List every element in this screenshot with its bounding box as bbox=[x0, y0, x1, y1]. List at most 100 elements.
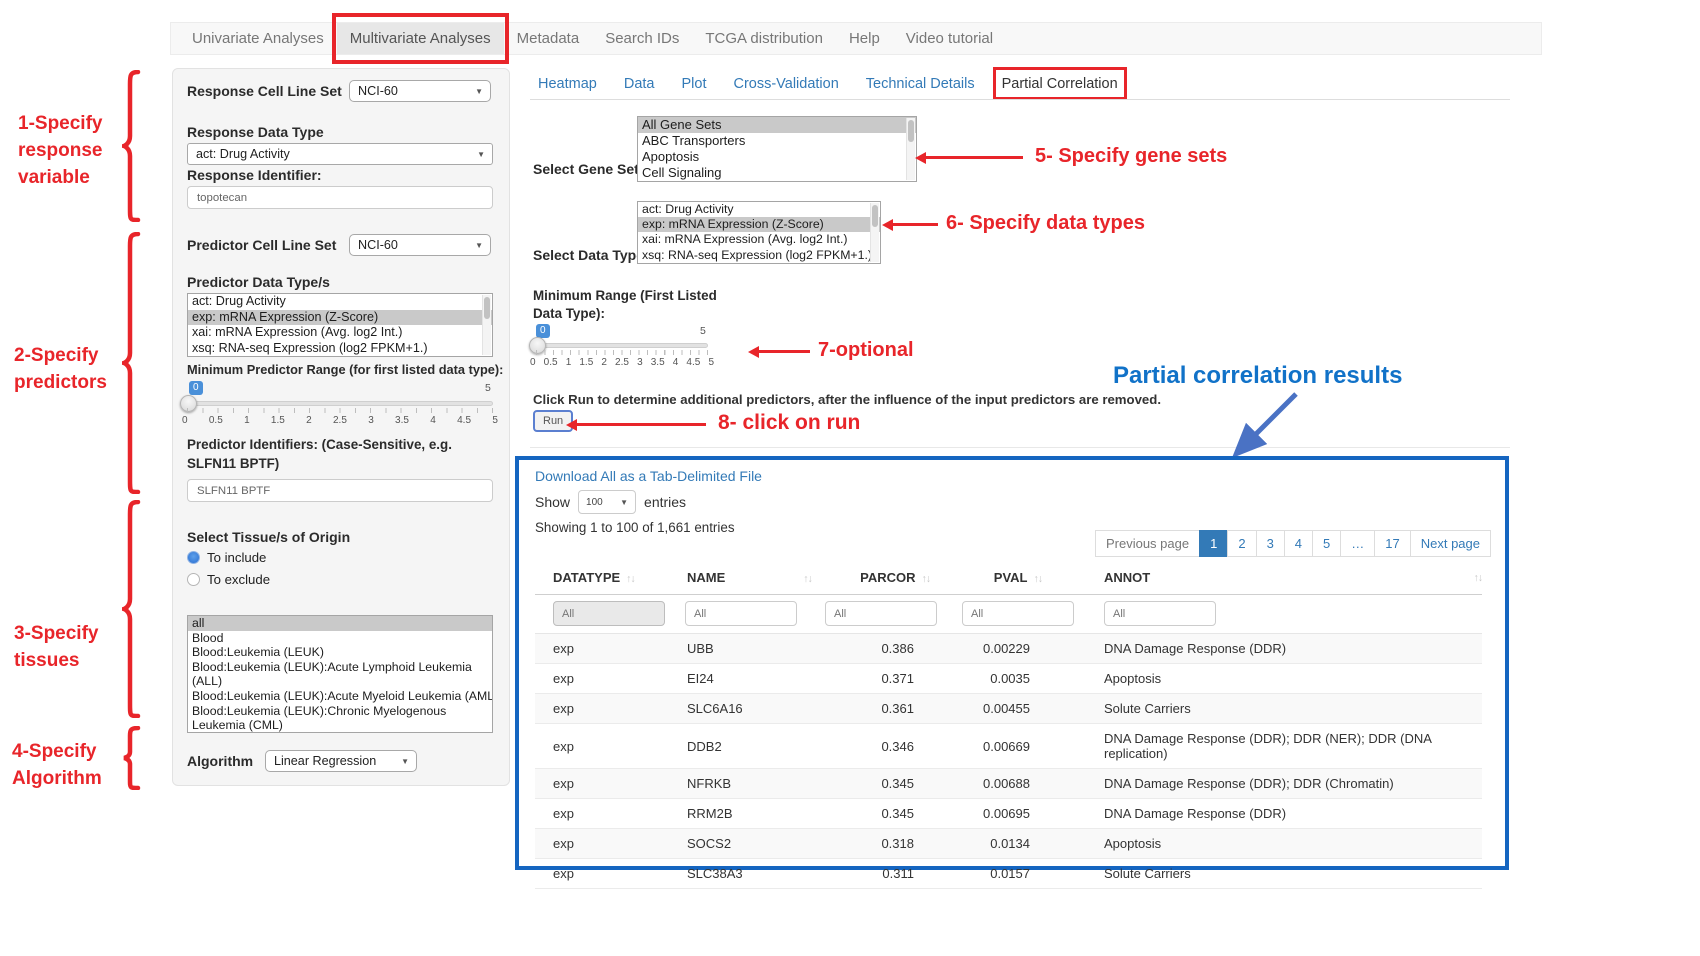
min-range-slider[interactable] bbox=[536, 343, 708, 348]
tab-plot[interactable]: Plot bbox=[681, 76, 706, 92]
cell-annot: Apoptosis bbox=[1042, 664, 1482, 694]
red-arrow-run bbox=[576, 423, 706, 426]
list-item[interactable]: ABC Transporters bbox=[638, 133, 916, 149]
radio-unselected-icon bbox=[187, 573, 200, 586]
page-button-17[interactable]: 17 bbox=[1374, 530, 1410, 557]
page-button-3[interactable]: 3 bbox=[1256, 530, 1285, 557]
table-row[interactable]: exp NFRKB 0.345 0.00688 DNA Damage Respo… bbox=[535, 769, 1482, 799]
sort-icon[interactable]: ↑↓ bbox=[922, 573, 931, 585]
nav-search-ids[interactable]: Search IDs bbox=[592, 23, 692, 54]
table-row[interactable]: exp UBB 0.386 0.00229 DNA Damage Respons… bbox=[535, 634, 1482, 664]
slider-tick-labels: 00.511.522.533.544.55 bbox=[182, 415, 498, 426]
filter-input-name[interactable] bbox=[685, 601, 797, 626]
table-row[interactable]: exp RRM2B 0.345 0.00695 DNA Damage Respo… bbox=[535, 799, 1482, 829]
list-item[interactable]: xsq: RNA-seq Expression (log2 FPKM+1.) bbox=[188, 341, 492, 357]
scrollbar[interactable] bbox=[870, 203, 879, 262]
slider-tick-labels: 00.511.522.533.544.55 bbox=[530, 357, 714, 368]
download-link[interactable]: Download All as a Tab-Delimited File bbox=[535, 468, 762, 484]
nav-video-tutorial[interactable]: Video tutorial bbox=[893, 23, 1006, 54]
scrollbar[interactable] bbox=[482, 295, 491, 355]
algorithm-select[interactable]: Linear Regression▼ bbox=[265, 750, 417, 772]
tab-cross-validation[interactable]: Cross-Validation bbox=[733, 76, 838, 92]
col-header-pval[interactable]: PVAL↑↓ bbox=[930, 564, 1042, 595]
cell-annot: DNA Damage Response (DDR); DDR (Chromati… bbox=[1042, 769, 1482, 799]
table-row[interactable]: exp SOCS2 0.318 0.0134 Apoptosis bbox=[535, 829, 1482, 859]
tab-data[interactable]: Data bbox=[624, 76, 655, 92]
sort-icon[interactable]: ↑↓ bbox=[1474, 572, 1483, 584]
page-button-5[interactable]: 5 bbox=[1312, 530, 1341, 557]
col-header-datatype[interactable]: DATATYPE↑↓ bbox=[535, 564, 685, 595]
predictor-identifiers-input[interactable]: SLFN11 BPTF bbox=[187, 479, 493, 502]
sort-icon[interactable]: ↑↓ bbox=[626, 573, 635, 585]
list-item[interactable]: Apoptosis bbox=[638, 149, 916, 165]
response-identifier-input[interactable]: topotecan bbox=[187, 186, 493, 209]
response-data-type-select[interactable]: act: Drug Activity▼ bbox=[187, 143, 493, 165]
table-row[interactable]: exp EI24 0.371 0.0035 Apoptosis bbox=[535, 664, 1482, 694]
response-cell-line-set-select[interactable]: NCI-60▼ bbox=[349, 80, 491, 102]
red-arrow-optional bbox=[758, 350, 810, 353]
nav-tcga-distribution[interactable]: TCGA distribution bbox=[692, 23, 836, 54]
filter-input-annot[interactable] bbox=[1104, 601, 1216, 626]
page-button-4[interactable]: 4 bbox=[1284, 530, 1313, 557]
predictor-cell-line-set-select[interactable]: NCI-60▼ bbox=[349, 234, 491, 256]
nav-univariate-analyses[interactable]: Univariate Analyses bbox=[179, 23, 337, 54]
list-item[interactable]: xai: mRNA Expression (Avg. log2 Int.) bbox=[638, 232, 880, 247]
list-item[interactable]: Blood:Leukemia (LEUK):Acute Lymphoid Leu… bbox=[188, 660, 492, 689]
nav-help[interactable]: Help bbox=[836, 23, 893, 54]
scrollbar[interactable] bbox=[906, 118, 915, 180]
filter-input-parcor[interactable] bbox=[825, 601, 937, 626]
list-item[interactable]: Blood bbox=[188, 631, 492, 646]
filter-input-pval[interactable] bbox=[962, 601, 1074, 626]
show-entries-select[interactable]: 100▼ bbox=[578, 490, 636, 514]
list-item[interactable]: Blood:Leukemia (LEUK) bbox=[188, 645, 492, 660]
tab-partial-correlation[interactable]: Partial Correlation bbox=[1002, 76, 1118, 92]
col-header-annot[interactable]: ANNOT↑↓ bbox=[1042, 564, 1482, 595]
list-item[interactable]: act: Drug Activity bbox=[638, 202, 880, 217]
partial-correlation-results-panel: Download All as a Tab-Delimited File Sho… bbox=[515, 456, 1509, 870]
cell-parcor: 0.345 bbox=[815, 769, 930, 799]
list-item-selected[interactable]: exp: mRNA Expression (Z-Score) bbox=[638, 217, 880, 232]
cell-datatype: exp bbox=[535, 694, 685, 724]
list-item-selected[interactable]: all bbox=[188, 616, 492, 631]
list-item-selected[interactable]: exp: mRNA Expression (Z-Score) bbox=[188, 310, 492, 326]
tissue-origin-listbox: all Blood Blood:Leukemia (LEUK) Blood:Le… bbox=[187, 615, 493, 733]
cell-pval: 0.00229 bbox=[930, 634, 1042, 664]
col-header-name[interactable]: NAME↑↓ bbox=[685, 564, 815, 595]
filter-input-datatype[interactable] bbox=[553, 601, 665, 626]
annotation-step2: 2-Specify predictors bbox=[14, 342, 107, 396]
chevron-down-icon: ▼ bbox=[475, 241, 483, 250]
annotation-step7: 7-optional bbox=[818, 339, 914, 362]
cell-name: SLC6A16 bbox=[685, 694, 815, 724]
sort-icon[interactable]: ↑↓ bbox=[1034, 573, 1043, 585]
min-range-label: Minimum Range (First Listed Data Type): bbox=[533, 287, 717, 323]
radio-to-include[interactable]: To include bbox=[187, 550, 266, 565]
slider-value-badge: 0 bbox=[189, 381, 203, 395]
list-item[interactable]: act: Drug Activity bbox=[188, 294, 492, 310]
run-instruction: Click Run to determine additional predic… bbox=[533, 392, 1161, 407]
result-tabs: Heatmap Data Plot Cross-Validation Techn… bbox=[538, 76, 1145, 92]
annotation-step5: 5- Specify gene sets bbox=[1035, 145, 1227, 168]
table-row[interactable]: exp DDB2 0.346 0.00669 DNA Damage Respon… bbox=[535, 724, 1482, 769]
sort-icon[interactable]: ↑↓ bbox=[803, 573, 812, 585]
list-item[interactable]: Blood:Leukemia (LEUK):Acute Myeloid Leuk… bbox=[188, 689, 492, 704]
list-item[interactable]: Blood:Leukemia (LEUK):Chronic Myelogenou… bbox=[188, 704, 492, 733]
table-row[interactable]: exp SLC38A3 0.311 0.0157 Solute Carriers bbox=[535, 859, 1482, 889]
previous-page-button[interactable]: Previous page bbox=[1095, 530, 1200, 557]
list-item[interactable]: Cell Signaling bbox=[638, 165, 916, 181]
table-row[interactable]: exp SLC6A16 0.361 0.00455 Solute Carrier… bbox=[535, 694, 1482, 724]
page-button-1[interactable]: 1 bbox=[1199, 530, 1228, 557]
next-page-button[interactable]: Next page bbox=[1410, 530, 1491, 557]
nav-multivariate-analyses[interactable]: Multivariate Analyses bbox=[337, 23, 504, 54]
page-button-2[interactable]: 2 bbox=[1227, 530, 1256, 557]
list-item-selected[interactable]: All Gene Sets bbox=[638, 117, 916, 133]
nav-metadata[interactable]: Metadata bbox=[504, 23, 593, 54]
tab-heatmap[interactable]: Heatmap bbox=[538, 76, 597, 92]
list-item[interactable]: xai: mRNA Expression (Avg. log2 Int.) bbox=[188, 325, 492, 341]
radio-to-exclude[interactable]: To exclude bbox=[187, 572, 270, 587]
min-predictor-range-slider[interactable] bbox=[187, 401, 493, 406]
list-item[interactable]: xsq: RNA-seq Expression (log2 FPKM+1.) bbox=[638, 248, 880, 263]
col-header-parcor[interactable]: PARCOR↑↓ bbox=[815, 564, 930, 595]
tab-technical-details[interactable]: Technical Details bbox=[866, 76, 975, 92]
slider-value-badge: 0 bbox=[536, 324, 550, 338]
annotation-step3: 3-Specify tissues bbox=[14, 620, 98, 674]
